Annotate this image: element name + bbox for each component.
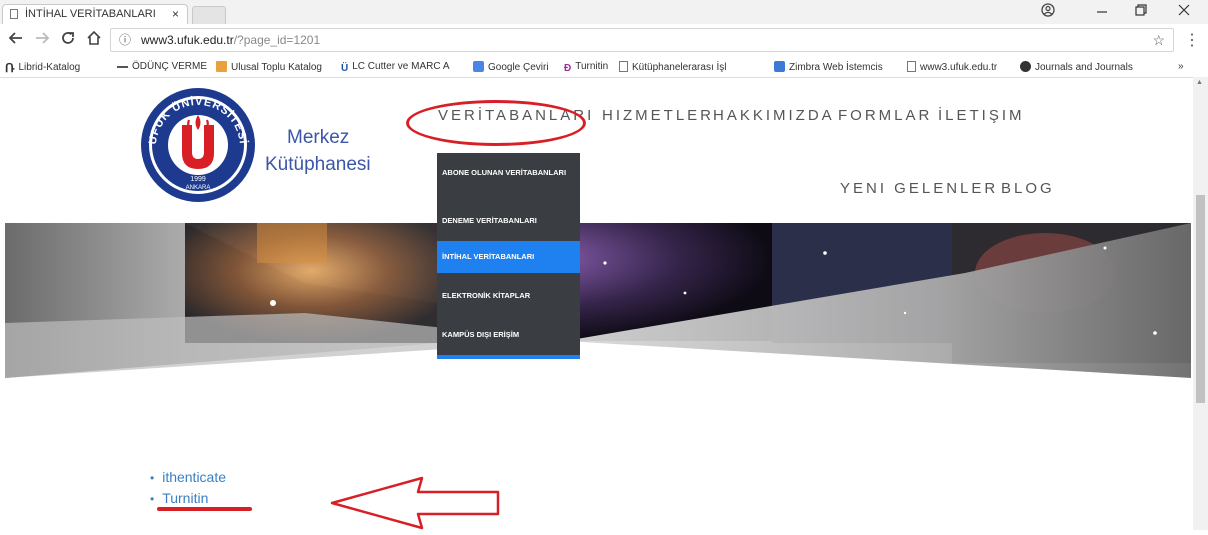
page-icon [619, 61, 628, 72]
more-bookmarks-button[interactable]: » [1178, 61, 1184, 72]
browser-tab-active[interactable]: İNTİHAL VERİTABANLARI × [2, 4, 188, 24]
forward-icon[interactable] [34, 30, 50, 51]
dropdown-item-abone[interactable]: ABONE OLUNAN VERİTABANLARI [437, 168, 580, 198]
bookmark-label: Journals and Journals [1035, 62, 1133, 73]
bookmark-item[interactable]: Ü LC Cutter ve MARC A [341, 61, 450, 74]
dropdown-accent-bar [437, 355, 580, 359]
bookmark-label: LC Cutter ve MARC A [352, 61, 450, 72]
bookmark-label: ÖDÜNÇ VERME [132, 61, 208, 72]
close-tab-icon[interactable]: × [172, 5, 179, 23]
tab-bar: İNTİHAL VERİTABANLARI × [0, 0, 1208, 24]
page-icon [907, 61, 916, 72]
loan-icon [117, 66, 128, 71]
nav-item-hizmetler[interactable]: HIZMETLER [602, 107, 714, 124]
bookmark-item[interactable]: www3.ufuk.edu.tr [907, 61, 997, 73]
veritabanlari-dropdown: ABONE OLUNAN VERİTABANLARI DENEME VERİTA… [437, 153, 580, 359]
nav-item-hakkimizda[interactable]: HAKKIMIZDA [713, 107, 835, 124]
bookmarks-bar: Ռ Librid-Katalog ÖDÜNÇ VERME Ulusal Toplu… [0, 58, 1208, 78]
bookmark-item[interactable]: Journals and Journals [1020, 61, 1133, 73]
bookmark-item[interactable]: Kütüphanelerarası İşl [619, 61, 727, 73]
bookmark-item[interactable]: Ulusal Toplu Katalog [216, 61, 322, 73]
svg-text:ANKARA: ANKARA [186, 185, 211, 191]
back-icon[interactable] [8, 30, 24, 51]
bookmark-item[interactable]: Zimbra Web İstemcis [774, 61, 883, 73]
bookmark-label: www3.ufuk.edu.tr [920, 62, 998, 73]
bookmark-label: Librid-Katalog [18, 62, 81, 73]
bookmark-star-icon[interactable]: ☆ [1152, 29, 1165, 51]
link-ithenticate[interactable]: ithenticate [150, 467, 226, 488]
nav-item-formlar[interactable]: FORMLAR [838, 107, 932, 124]
turnitin-icon: Ɖ [564, 63, 572, 74]
nav-item-yeni-gelenler[interactable]: YENI GELENLER [840, 180, 998, 197]
bookmark-item[interactable]: ÖDÜNÇ VERME [117, 61, 207, 72]
address-bar: ⓘ www3.ufuk.edu.tr/?page_id=1201 ☆ ⋮ [0, 24, 1208, 59]
page-scrollbar[interactable]: ▲ [1193, 77, 1208, 530]
university-logo[interactable]: UFUK ÜNİVERSİTESİ 1999 ANKARA [138, 85, 258, 205]
librid-icon: Ռ [5, 61, 15, 75]
annotation-arrow [330, 476, 502, 535]
zimbra-icon [774, 61, 785, 72]
dropdown-item-intihal[interactable]: İNTİHAL VERİTABANLARI [437, 241, 580, 273]
bookmark-label: Ulusal Toplu Katalog [231, 62, 322, 73]
tab-title: İNTİHAL VERİTABANLARI [25, 8, 156, 20]
scrollbar-thumb[interactable] [1196, 195, 1205, 403]
dropdown-item-kampus[interactable]: KAMPÜS DIŞI ERİŞİM [437, 320, 580, 350]
close-window-icon[interactable] [1178, 3, 1190, 20]
link-turnitin[interactable]: Turnitin [150, 488, 226, 509]
dropdown-item-elektronik[interactable]: ELEKTRONİK KİTAPLAR [437, 281, 580, 311]
reload-icon[interactable] [60, 30, 76, 51]
site-name-line2[interactable]: Kütüphanesi [265, 154, 371, 176]
minimize-icon[interactable] [1096, 3, 1108, 20]
bookmark-item[interactable]: Ռ Librid-Katalog [5, 61, 81, 75]
bookmark-item[interactable]: Google Çeviri [473, 61, 549, 73]
restore-icon[interactable] [1135, 3, 1147, 20]
url-host: www3.ufuk.edu.tr [141, 33, 234, 47]
page-icon [10, 9, 18, 19]
bookmark-label: Turnitin [575, 61, 609, 72]
scroll-up-icon[interactable]: ▲ [1196, 79, 1203, 86]
info-icon[interactable]: ⓘ [119, 29, 131, 51]
nav-item-iletisim[interactable]: İLETIŞIM [938, 107, 1025, 124]
bookmark-label: Kütüphanelerarası İşl [632, 62, 727, 73]
new-tab-button[interactable] [192, 6, 226, 24]
hero-banner [5, 223, 1191, 378]
home-icon[interactable] [86, 30, 102, 51]
dropdown-item-deneme[interactable]: DENEME VERİTABANLARI [437, 206, 580, 236]
nav-item-blog[interactable]: BLOG [1001, 180, 1055, 197]
url-path: /?page_id=1201 [233, 33, 321, 47]
translate-icon [473, 61, 484, 72]
u-icon: Ü [341, 63, 349, 74]
url-input[interactable]: ⓘ www3.ufuk.edu.tr/?page_id=1201 ☆ [110, 28, 1174, 52]
bookmark-item[interactable]: Ɖ Turnitin [564, 61, 608, 74]
globe-icon [1020, 61, 1031, 72]
annotation-oval [406, 100, 586, 146]
menu-icon[interactable]: ⋮ [1184, 30, 1200, 50]
database-link-list: ithenticate Turnitin [150, 467, 226, 509]
bookmark-label: Google Çeviri [488, 62, 549, 73]
annotation-underline [157, 507, 252, 511]
svg-text:1999: 1999 [190, 176, 206, 183]
bookmark-label: Zimbra Web İstemcis [789, 62, 883, 73]
site-name-line1[interactable]: Merkez [287, 127, 349, 149]
profile-icon[interactable] [1041, 3, 1055, 20]
catalog-icon [216, 61, 227, 72]
